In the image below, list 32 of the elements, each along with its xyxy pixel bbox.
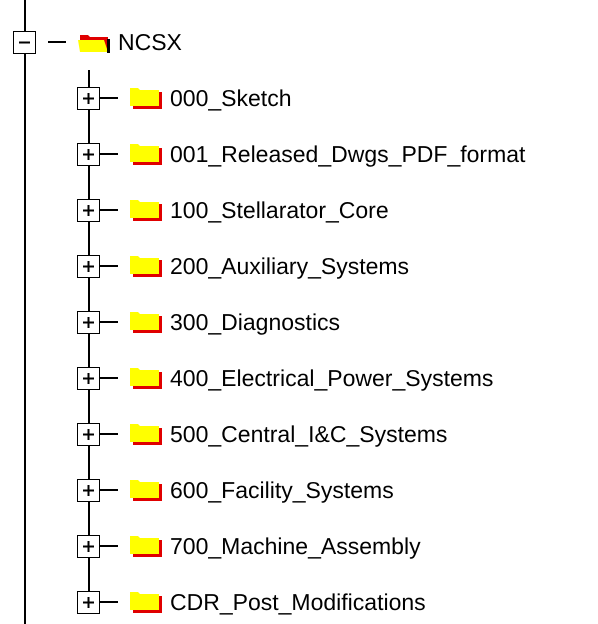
tree-item-label[interactable]: 600_Facility_Systems [170,476,394,504]
expand-toggle[interactable] [77,310,100,334]
folder-icon [130,591,162,613]
expand-toggle[interactable] [77,142,100,166]
tree-item-label[interactable]: 700_Machine_Assembly [170,532,421,560]
tree-item-label[interactable]: 300_Diagnostics [170,308,340,336]
expand-toggle[interactable] [77,478,100,502]
folder-icon [130,367,162,389]
expand-toggle[interactable] [77,590,100,614]
expand-toggle[interactable] [77,534,100,558]
expand-toggle[interactable] [77,198,100,222]
tree-item-label[interactable]: 200_Auxiliary_Systems [170,252,410,280]
folder-icon [130,311,162,333]
folder-icon [130,87,162,109]
tree-item-label[interactable]: 000_Sketch [170,84,292,112]
folder-icon [130,479,162,501]
folder-icon [130,535,162,557]
folder-icon [130,143,162,165]
expand-toggle[interactable] [77,86,100,110]
folder-icon [130,255,162,277]
folder-icon [130,199,162,221]
tree-item-label[interactable]: NCSX [118,28,182,56]
tree-item-label[interactable]: CDR_Post_Modifications [170,588,426,616]
tree-item-label[interactable]: 001_Released_Dwgs_PDF_format [170,140,526,168]
expand-toggle[interactable] [77,254,100,278]
expand-toggle[interactable] [77,366,100,390]
folder-icon [130,423,162,445]
collapse-toggle[interactable] [13,30,36,54]
tree-item-label[interactable]: 500_Central_I&C_Systems [170,420,448,448]
expand-toggle[interactable] [77,422,100,446]
tree-item-label[interactable]: 400_Electrical_Power_Systems [170,364,494,392]
tree-item-label[interactable]: 100_Stellarator_Core [170,196,389,224]
